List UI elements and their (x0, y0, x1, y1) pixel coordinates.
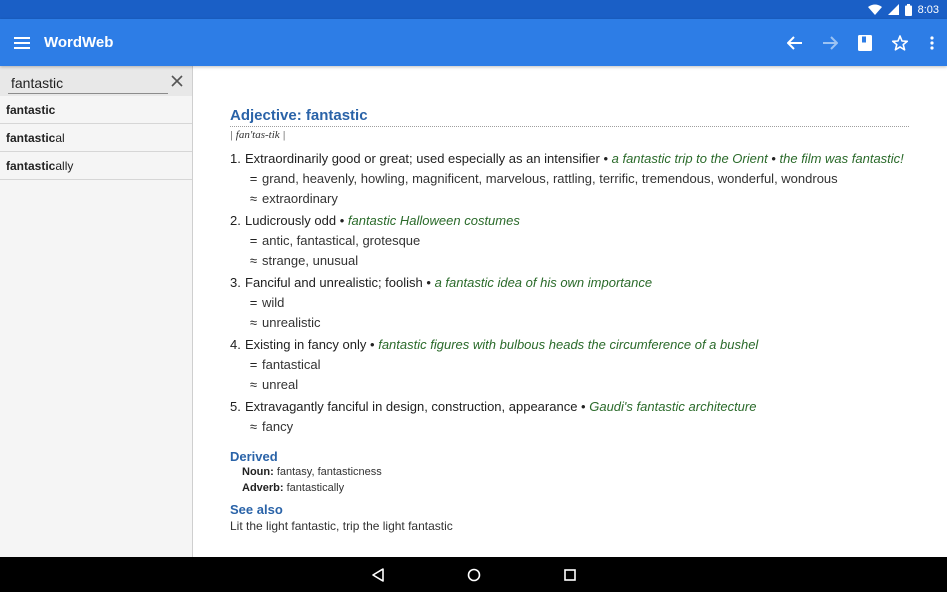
synonym-list[interactable]: wild (262, 295, 284, 311)
sense: 2. Ludicrously odd • fantastic Halloween… (230, 213, 909, 269)
more-vert-icon (930, 35, 934, 50)
derived-words[interactable]: fantastically (287, 482, 344, 494)
pronunciation: | fan'tas-tik | (230, 129, 286, 141)
bullet: • (771, 151, 776, 166)
synonym-symbol: = (249, 171, 258, 186)
definition-text: Extraordinarily good or great; used espe… (245, 151, 600, 166)
similar-symbol: ≈ (249, 377, 258, 392)
forward-button[interactable] (812, 19, 847, 66)
result-item[interactable]: fantastic ally (0, 152, 192, 180)
star-outline-icon (891, 34, 908, 51)
sense: 5. Extravagantly fanciful in design, con… (230, 399, 909, 435)
back-button[interactable] (777, 19, 812, 66)
close-icon (171, 75, 183, 87)
example-text: the film was fantastic! (779, 151, 904, 166)
bullet: • (426, 275, 431, 290)
heading-divider (230, 126, 909, 127)
dictionary-button[interactable] (847, 19, 882, 66)
similar-list[interactable]: fancy (262, 419, 293, 435)
status-bar: 8:03 (0, 0, 947, 19)
similar-symbol: ≈ (249, 191, 258, 206)
hamburger-icon (14, 36, 30, 49)
synonym-symbol: = (249, 233, 258, 248)
synonym-list[interactable]: antic, fantastical, grotesque (262, 233, 420, 249)
part-of-speech-heading: Adjective: fantastic (230, 107, 368, 124)
battery-icon (904, 3, 912, 16)
nav-home-button[interactable] (464, 565, 484, 585)
favorite-button[interactable] (882, 19, 917, 66)
derived-label: Noun: (242, 466, 274, 478)
definition-panel: Adjective: fantastic | fan'tas-tik | 1. … (194, 66, 947, 557)
sense-number: 4. (230, 337, 241, 352)
arrow-left-icon (786, 35, 802, 50)
overflow-menu-button[interactable] (917, 19, 947, 66)
definition-text: Existing in fancy only (245, 337, 367, 352)
square-recents-icon (563, 568, 576, 581)
example-text: a fantastic idea of his own importance (434, 275, 653, 290)
derived-words[interactable]: fantasy, fantasticness (277, 466, 382, 478)
sidebar: fantastic fantastical fantastically (0, 66, 193, 557)
example-text: fantastic figures with bulbous heads the… (378, 337, 759, 352)
search-input[interactable] (8, 72, 168, 94)
synonym-list[interactable]: fantastical (262, 357, 321, 373)
similar-list[interactable]: unrealistic (262, 315, 321, 331)
similar-list[interactable]: unreal (262, 377, 298, 393)
definition-text: Ludicrously odd (245, 213, 337, 228)
example-text: fantastic Halloween costumes (347, 213, 520, 228)
definition-text: Fanciful and unrealistic; foolish (245, 275, 423, 290)
circle-home-icon (467, 568, 480, 581)
similar-symbol: ≈ (249, 419, 258, 434)
sense: 4. Existing in fancy only • fantastic fi… (230, 337, 909, 393)
sense: 1. Extraordinarily good or great; used e… (230, 151, 909, 207)
definition-text: Extravagantly fanciful in design, constr… (245, 399, 578, 414)
synonym-symbol: = (249, 295, 258, 310)
nav-recents-button[interactable] (560, 565, 580, 585)
similar-symbol: ≈ (249, 315, 258, 330)
sense-number: 1. (230, 151, 241, 166)
sense-number: 3. (230, 275, 241, 290)
sense-number: 2. (230, 213, 241, 228)
result-item[interactable]: fantastic al (0, 124, 192, 152)
derived-row: Adverb: fantastically (242, 480, 909, 496)
results-list: fantastic fantastic al fantastic ally (0, 96, 192, 180)
example-text: a fantastic trip to the Orient (611, 151, 768, 166)
arrow-right-icon (822, 35, 838, 50)
derived-heading: Derived (230, 449, 278, 464)
clear-search-button[interactable] (170, 74, 184, 88)
cellular-icon (887, 4, 899, 15)
sense-list: 1. Extraordinarily good or great; used e… (230, 151, 909, 435)
system-nav-bar (0, 557, 947, 592)
wifi-icon (867, 4, 882, 15)
result-item[interactable]: fantastic (0, 96, 192, 124)
sense: 3. Fanciful and unrealistic; foolish • a… (230, 275, 909, 331)
see-also-links[interactable]: Lit the light fantastic, trip the light … (230, 519, 909, 533)
derived-row: Noun: fantasy, fantasticness (242, 464, 909, 480)
derived-label: Adverb: (242, 482, 284, 494)
menu-button[interactable] (0, 19, 44, 66)
bullet: • (581, 399, 586, 414)
synonym-symbol: = (249, 357, 258, 372)
bullet: • (339, 213, 345, 228)
bullet: • (603, 151, 608, 166)
similar-symbol: ≈ (249, 253, 258, 268)
example-text: Gaudi's fantastic architecture (589, 399, 757, 414)
status-time: 8:03 (917, 3, 939, 16)
book-icon (857, 34, 872, 51)
sense-number: 5. (230, 399, 241, 414)
triangle-back-icon (371, 567, 384, 582)
synonym-list[interactable]: grand, heavenly, howling, magnificent, m… (262, 171, 838, 187)
see-also-heading: See also (230, 502, 283, 517)
search-bar (0, 66, 192, 96)
similar-list[interactable]: strange, unusual (262, 253, 358, 269)
app-title: WordWeb (44, 34, 114, 51)
nav-back-button[interactable] (368, 565, 388, 585)
similar-list[interactable]: extraordinary (262, 191, 338, 207)
app-bar: WordWeb (0, 19, 947, 66)
bullet: • (370, 337, 375, 352)
